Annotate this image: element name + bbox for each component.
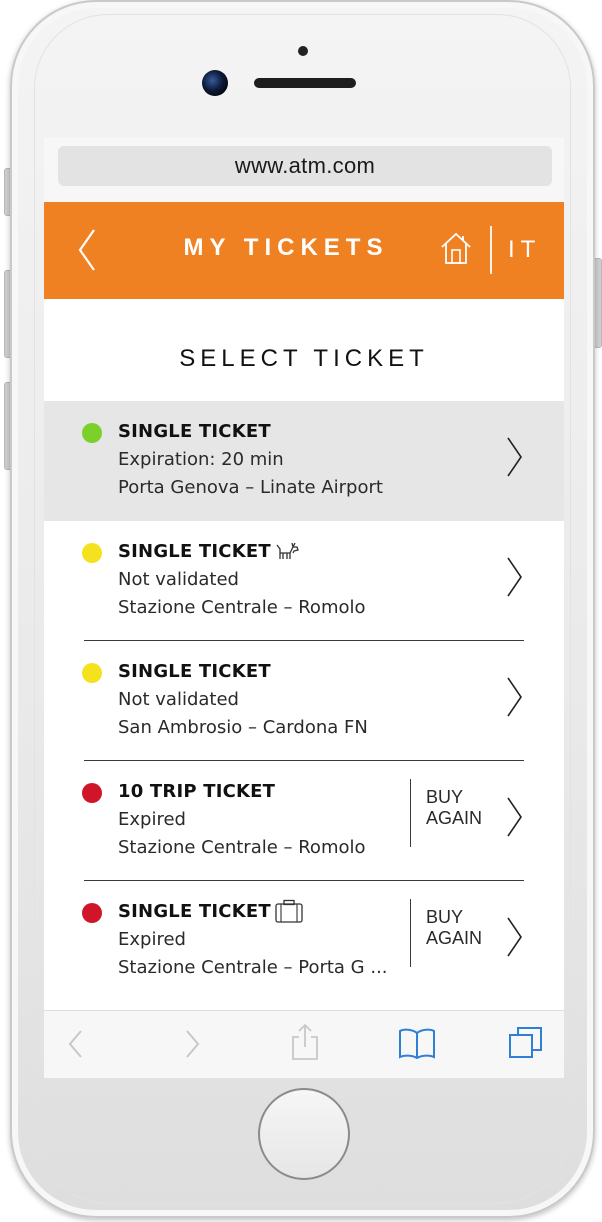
ticket-status: Expired <box>118 929 186 950</box>
browser-address-area: www.atm.com <box>44 138 564 202</box>
buy-again-line-1: BUY <box>426 907 464 927</box>
ticket-status: Not validated <box>118 689 239 710</box>
ticket-name: SINGLE TICKET <box>118 541 271 562</box>
buy-again-line-1: BUY <box>426 787 464 807</box>
buy-again-line-2: AGAIN <box>426 808 483 828</box>
status-dot <box>82 783 102 803</box>
ticket-name: SINGLE TICKET <box>118 661 271 682</box>
share-icon[interactable] <box>290 1023 320 1061</box>
screen: www.atm.com MY TICKETS IT SELECT TICKET … <box>44 138 564 1078</box>
ticket-route: Stazione Centrale – Romolo <box>118 597 366 618</box>
ticket-name: SINGLE TICKET <box>118 421 271 442</box>
status-dot <box>82 543 102 563</box>
buy-again-line-2: AGAIN <box>426 928 483 948</box>
buy-again-button[interactable]: BUY AGAIN <box>426 907 490 949</box>
tabs-icon[interactable] <box>508 1025 544 1061</box>
home-icon[interactable] <box>439 230 473 266</box>
proximity-sensor <box>298 46 308 56</box>
browser-toolbar <box>44 1010 564 1078</box>
back-arrow-icon[interactable] <box>66 1028 86 1060</box>
ticket-route: San Ambrosio – Cardona FN <box>118 717 368 738</box>
dog-icon <box>276 542 299 559</box>
bookmarks-icon[interactable] <box>398 1027 436 1059</box>
chevron-right-icon[interactable] <box>504 555 524 599</box>
ticket-content: SELECT TICKET SINGLE TICKET Expiration: … <box>44 299 564 1010</box>
ticket-status: Not validated <box>118 569 239 590</box>
ticket-route: Stazione Centrale – Porta G ... <box>118 957 388 978</box>
luggage-icon <box>275 899 303 923</box>
ticket-row[interactable]: SINGLE TICKET Not validated San Ambrosio… <box>44 641 564 761</box>
ticket-route: Stazione Centrale – Romolo <box>118 837 366 858</box>
ticket-row[interactable]: SINGLE TICKET Not validated Stazione Cen… <box>44 521 564 641</box>
ticket-route: Porta Genova – Linate Airport <box>118 477 383 498</box>
language-toggle[interactable]: IT <box>508 236 541 264</box>
app-header: MY TICKETS IT <box>44 202 564 299</box>
chevron-right-icon[interactable] <box>504 795 524 839</box>
ticket-name: 10 TRIP TICKET <box>118 781 276 802</box>
url-bar[interactable]: www.atm.com <box>58 146 552 186</box>
ticket-status: Expiration: 20 min <box>118 449 284 470</box>
header-divider <box>490 226 492 274</box>
section-title: SELECT TICKET <box>179 345 429 372</box>
url-text: www.atm.com <box>234 153 376 178</box>
status-dot <box>82 663 102 683</box>
ticket-row[interactable]: SINGLE TICKET Expiration: 20 min Porta G… <box>44 401 564 521</box>
buy-again-divider <box>410 899 411 967</box>
status-dot <box>82 423 102 443</box>
page-title: MY TICKETS <box>183 234 389 261</box>
chevron-right-icon[interactable] <box>504 675 524 719</box>
forward-arrow-icon[interactable] <box>182 1028 202 1060</box>
ticket-name: SINGLE TICKET <box>118 901 271 922</box>
home-button[interactable] <box>258 1088 350 1180</box>
chevron-right-icon[interactable] <box>504 915 524 959</box>
front-camera <box>202 70 228 96</box>
status-dot <box>82 903 102 923</box>
earpiece-speaker <box>254 78 356 88</box>
buy-again-button[interactable]: BUY AGAIN <box>426 787 490 829</box>
ticket-row[interactable]: 10 TRIP TICKET Expired Stazione Centrale… <box>44 761 564 881</box>
ticket-status: Expired <box>118 809 186 830</box>
buy-again-divider <box>410 779 411 847</box>
chevron-right-icon[interactable] <box>504 435 524 479</box>
ticket-row[interactable]: SINGLE TICKET Expired Stazione Centrale … <box>44 881 564 1001</box>
